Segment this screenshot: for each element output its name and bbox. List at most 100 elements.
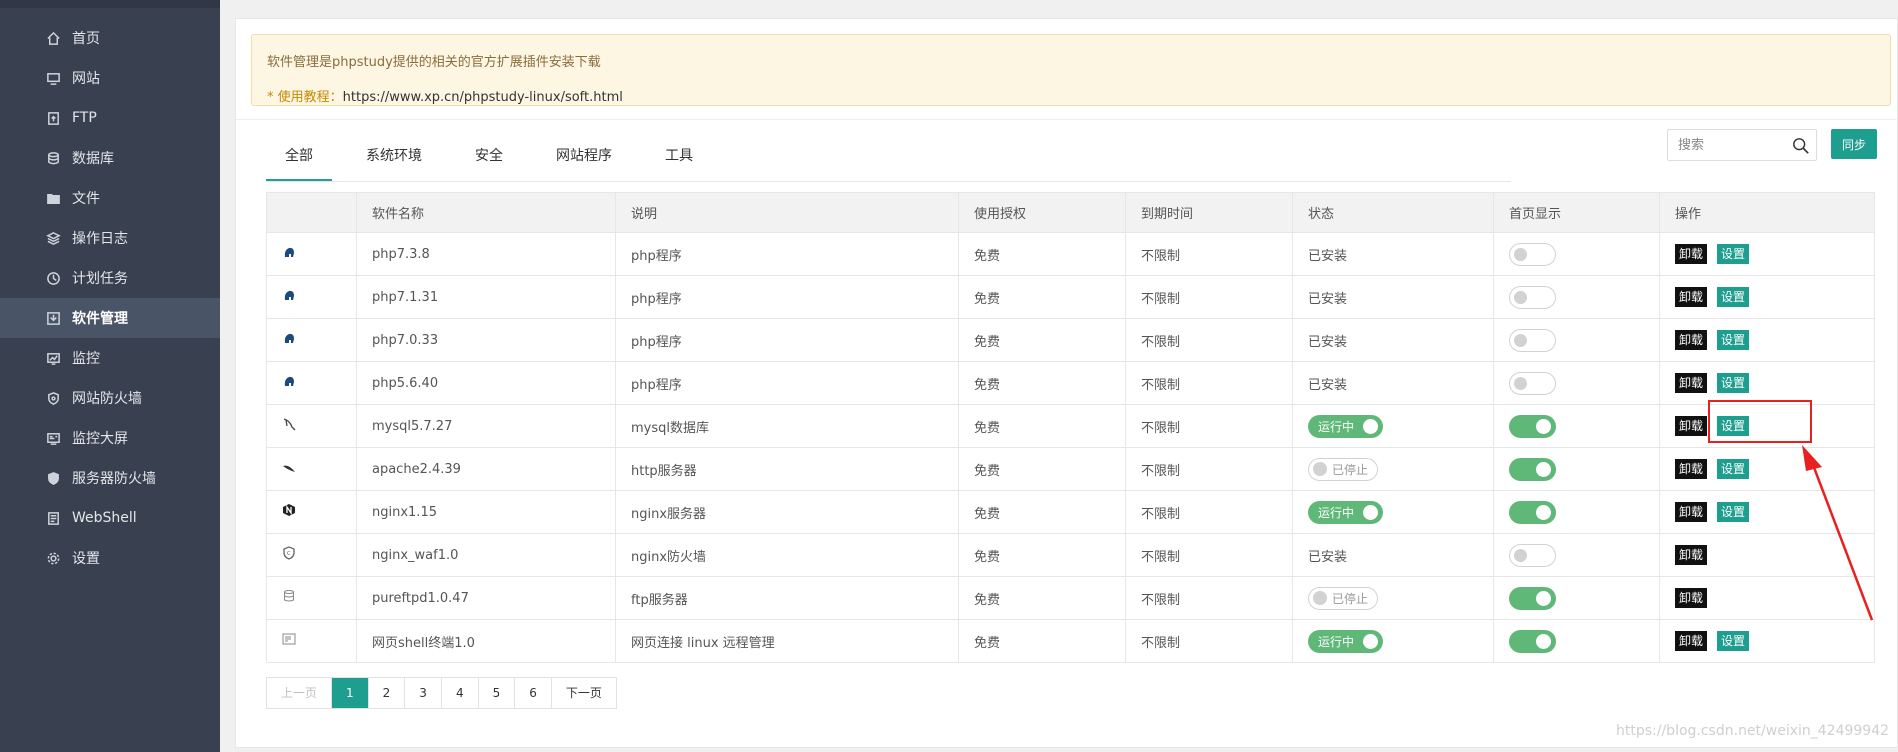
software-desc: http服务器: [615, 447, 959, 491]
tab-system-env[interactable]: 系统环境: [347, 139, 441, 181]
table-row: php7.1.31 php程序 免费 不限制 已安装 卸载 设置: [266, 275, 1875, 319]
sidebar-item-1[interactable]: 网站: [0, 58, 220, 98]
notice-tutorial-link[interactable]: https://www.xp.cn/phpstudy-linux/soft.ht…: [343, 90, 623, 105]
category-tabs: 全部 系统环境 安全 网站程序 工具: [266, 139, 727, 181]
next-page-button[interactable]: 下一页: [551, 678, 616, 708]
homepage-toggle[interactable]: [1509, 500, 1556, 524]
page-2-button[interactable]: 2: [368, 678, 406, 708]
col-header-name: 软件名称: [356, 192, 616, 233]
software-desc: nginx服务器: [615, 490, 959, 534]
notice-line-2: * 使用教程：https://www.xp.cn/phpstudy-linux/…: [267, 80, 1875, 115]
uninstall-button[interactable]: 卸载: [1675, 287, 1708, 307]
col-header-icon: [266, 192, 357, 233]
status-toggle-stopped[interactable]: 已停止: [1308, 586, 1378, 610]
homepage-toggle[interactable]: [1509, 328, 1556, 352]
homepage-cell: [1493, 275, 1660, 319]
uninstall-button[interactable]: 卸载: [1675, 545, 1708, 565]
sidebar-item-0[interactable]: 首页: [0, 18, 220, 58]
sidebar-item-label: 网站防火墙: [72, 391, 142, 407]
search-icon[interactable]: [1792, 137, 1810, 155]
homepage-toggle[interactable]: [1509, 629, 1556, 653]
software-status-cell: 已安装: [1292, 533, 1494, 577]
page-5-button[interactable]: 5: [478, 678, 516, 708]
search-input[interactable]: [1668, 130, 1788, 160]
uninstall-button[interactable]: 卸载: [1675, 244, 1708, 264]
sidebar-item-5[interactable]: 操作日志: [0, 218, 220, 258]
folder-icon: [45, 190, 61, 206]
uninstall-button[interactable]: 卸载: [1675, 416, 1708, 436]
page-4-button[interactable]: 4: [441, 678, 479, 708]
page-1-button[interactable]: 1: [332, 678, 369, 708]
sidebar-item-12[interactable]: WebShell: [0, 498, 220, 538]
status-toggle-stopped[interactable]: 已停止: [1308, 457, 1378, 481]
sidebar-item-label: 文件: [72, 191, 100, 207]
page-6-button[interactable]: 6: [515, 678, 552, 708]
settings-button[interactable]: 设置: [1717, 459, 1750, 479]
homepage-toggle[interactable]: [1509, 457, 1556, 481]
sidebar-item-label: 服务器防火墙: [72, 471, 156, 487]
status-label: 运行中: [1318, 419, 1355, 434]
layers-icon: [45, 230, 61, 246]
sidebar-item-9[interactable]: 网站防火墙: [0, 378, 220, 418]
sidebar-item-10[interactable]: 监控大屏: [0, 418, 220, 458]
software-expire: 不限制: [1125, 404, 1293, 448]
software-license: 免费: [958, 576, 1126, 620]
ftp-icon: [45, 110, 61, 126]
software-license: 免费: [958, 275, 1126, 319]
software-status-cell: 已安装: [1292, 361, 1494, 405]
tab-all[interactable]: 全部: [266, 139, 332, 181]
shield-filled-icon: [45, 470, 61, 486]
settings-button[interactable]: 设置: [1717, 631, 1750, 651]
prev-page-button[interactable]: 上一页: [267, 678, 333, 708]
software-expire: 不限制: [1125, 275, 1293, 319]
homepage-toggle[interactable]: [1509, 543, 1556, 567]
software-desc: 网页连接 linux 远程管理: [615, 619, 959, 663]
uninstall-button[interactable]: 卸载: [1675, 330, 1708, 350]
software-license: 免费: [958, 619, 1126, 663]
homepage-toggle[interactable]: [1509, 371, 1556, 395]
sidebar-item-3[interactable]: 数据库: [0, 138, 220, 178]
software-expire: 不限制: [1125, 533, 1293, 577]
uninstall-button[interactable]: 卸载: [1675, 631, 1708, 651]
uninstall-button[interactable]: 卸载: [1675, 588, 1708, 608]
tab-security[interactable]: 安全: [456, 139, 522, 181]
status-toggle-running[interactable]: 运行中: [1308, 414, 1383, 438]
homepage-toggle[interactable]: [1509, 586, 1556, 610]
table-row: mysql5.7.27 mysql数据库 免费 不限制 运行中 卸载 设置: [266, 404, 1875, 448]
homepage-toggle[interactable]: [1509, 242, 1556, 266]
software-status-cell: 运行中: [1292, 490, 1494, 534]
col-header-desc: 说明: [615, 192, 959, 233]
col-header-license: 使用授权: [958, 192, 1126, 233]
sidebar-item-6[interactable]: 计划任务: [0, 258, 220, 298]
sidebar-item-11[interactable]: 服务器防火墙: [0, 458, 220, 498]
settings-button[interactable]: 设置: [1717, 330, 1750, 350]
software-status-cell: 运行中: [1292, 619, 1494, 663]
sidebar-item-13[interactable]: 设置: [0, 538, 220, 578]
sidebar-item-7[interactable]: 软件管理: [0, 298, 220, 338]
tabs-underline: [266, 181, 1511, 182]
sidebar-item-8[interactable]: 监控: [0, 338, 220, 378]
software-icon-cell: [266, 576, 357, 620]
sidebar-item-label: 监控: [72, 351, 100, 367]
homepage-toggle[interactable]: [1509, 285, 1556, 309]
sync-button[interactable]: 同步: [1831, 129, 1877, 159]
software-expire: 不限制: [1125, 576, 1293, 620]
sidebar-item-2[interactable]: FTP: [0, 98, 220, 138]
uninstall-button[interactable]: 卸载: [1675, 459, 1708, 479]
status-toggle-running[interactable]: 运行中: [1308, 500, 1383, 524]
page-3-button[interactable]: 3: [405, 678, 442, 708]
settings-button[interactable]: 设置: [1717, 244, 1750, 264]
settings-button[interactable]: 设置: [1717, 373, 1750, 393]
uninstall-button[interactable]: 卸载: [1675, 373, 1708, 393]
actions-cell: 卸载 设置: [1659, 361, 1875, 405]
settings-button[interactable]: 设置: [1717, 502, 1750, 522]
sidebar-item-label: FTP: [72, 110, 97, 126]
tab-web-programs[interactable]: 网站程序: [537, 139, 631, 181]
homepage-toggle[interactable]: [1509, 414, 1556, 438]
tab-tools[interactable]: 工具: [646, 139, 712, 181]
settings-button[interactable]: 设置: [1717, 287, 1750, 307]
sidebar-item-4[interactable]: 文件: [0, 178, 220, 218]
uninstall-button[interactable]: 卸载: [1675, 502, 1708, 522]
sidebar-item-label: 首页: [72, 31, 100, 47]
status-toggle-running[interactable]: 运行中: [1308, 629, 1383, 653]
